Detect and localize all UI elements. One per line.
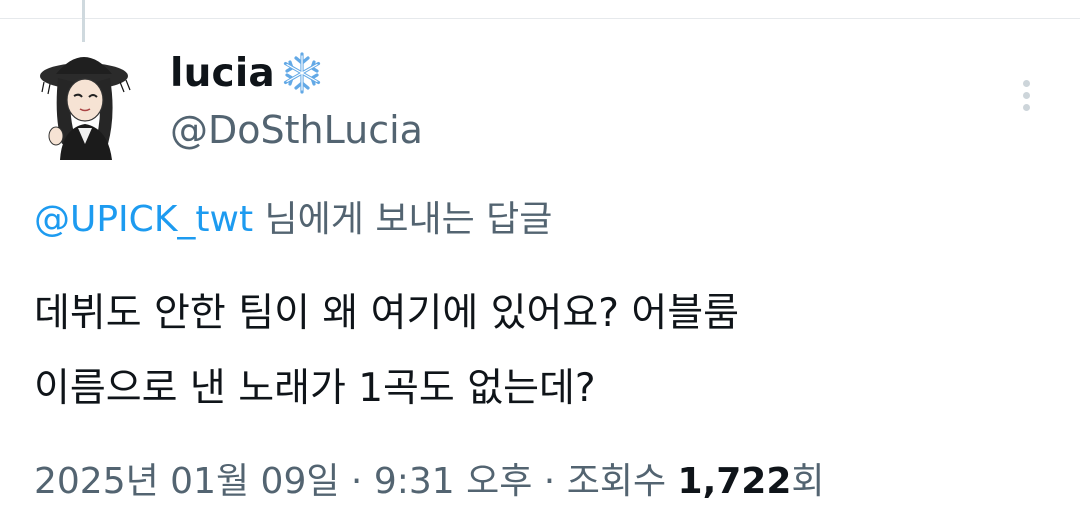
user-handle[interactable]: @DoSthLucia: [170, 108, 423, 152]
views-label: 조회수: [566, 461, 678, 502]
snowflake-icon: [283, 52, 321, 94]
avatar[interactable]: [36, 48, 136, 160]
reply-mention-link[interactable]: @UPICK_twt: [34, 199, 253, 240]
more-options-icon[interactable]: [1016, 76, 1036, 116]
display-name[interactable]: lucia: [170, 51, 275, 96]
author-name-row[interactable]: lucia: [170, 50, 325, 96]
reply-context-suffix: 님에게 보내는 답글: [253, 199, 553, 240]
top-divider: [0, 18, 1080, 19]
tweet-date[interactable]: 2025년 01월 09일: [34, 461, 339, 502]
tweet-text: 데뷔도 안한 팀이 왜 여기에 있어요? 어블룸 이름으로 낸 노래가 1곡도 …: [34, 276, 1054, 426]
views-suffix: 회: [791, 461, 825, 502]
views-count: 1,722: [677, 461, 792, 502]
tweet-metadata: 2025년 01월 09일 · 9:31 오후 · 조회수 1,722회: [34, 452, 825, 504]
thread-connector-line: [82, 0, 85, 42]
reply-context: @UPICK_twt 님에게 보내는 답글: [34, 190, 552, 242]
separator: ·: [532, 461, 567, 502]
tweet-time[interactable]: 9:31 오후: [374, 461, 533, 502]
separator: ·: [339, 461, 374, 502]
tweet-text-line-1: 데뷔도 안한 팀이 왜 여기에 있어요? 어블룸: [34, 291, 740, 336]
tweet-text-line-2: 이름으로 낸 노래가 1곡도 없는데?: [34, 366, 596, 411]
